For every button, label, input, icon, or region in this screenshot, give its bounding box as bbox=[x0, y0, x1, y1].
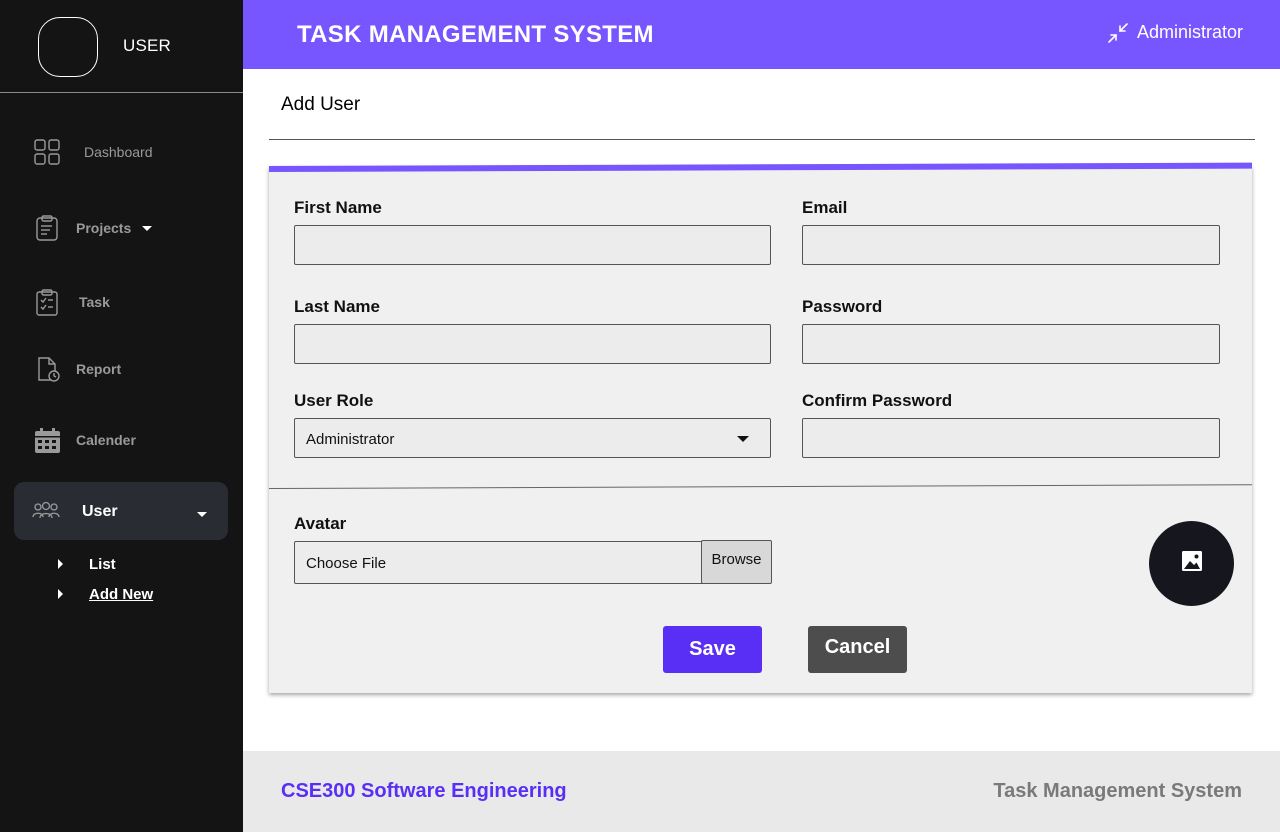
first-name-input[interactable] bbox=[295, 226, 770, 264]
sidebar-username: USER bbox=[123, 36, 172, 55]
email-field-wrapper bbox=[802, 225, 1220, 265]
avatar-label: Avatar bbox=[294, 514, 347, 533]
calendar-icon bbox=[33, 426, 61, 454]
cancel-button[interactable]: Cancel bbox=[808, 626, 907, 673]
dashboard-grid-icon bbox=[33, 138, 61, 166]
last-name-label: Last Name bbox=[294, 297, 380, 316]
chevron-down-icon bbox=[737, 436, 749, 442]
add-user-form: First Name Email Last Name Password User… bbox=[269, 162, 1252, 693]
chevron-down-icon[interactable] bbox=[142, 226, 152, 231]
clipboard-icon bbox=[33, 214, 61, 242]
password-input[interactable] bbox=[803, 325, 1219, 363]
email-input[interactable] bbox=[803, 226, 1219, 264]
sidebar-subitem-label: Add New bbox=[89, 585, 154, 603]
browse-button[interactable]: Browse bbox=[701, 540, 772, 584]
avatar-preview bbox=[1149, 521, 1234, 606]
checklist-icon bbox=[33, 288, 61, 316]
footer-app-name: Task Management System bbox=[993, 780, 1242, 802]
email-label: Email bbox=[802, 198, 848, 217]
save-button[interactable]: Save bbox=[663, 626, 762, 673]
sidebar-item-label: User bbox=[82, 503, 118, 520]
form-divider bbox=[269, 484, 1252, 489]
sidebar-item-label: Projects bbox=[76, 220, 132, 236]
confirm-password-field-wrapper bbox=[802, 418, 1220, 458]
app-title: TASK MANAGEMENT SYSTEM bbox=[297, 21, 654, 48]
page-title: Add User bbox=[281, 94, 361, 115]
avatar-file-input[interactable]: Choose File Browse bbox=[294, 540, 772, 584]
first-name-label: First Name bbox=[294, 198, 382, 217]
last-name-input[interactable] bbox=[295, 325, 770, 363]
confirm-password-label: Confirm Password bbox=[802, 391, 953, 410]
image-icon bbox=[1180, 549, 1204, 578]
first-name-field-wrapper bbox=[294, 225, 771, 265]
password-label: Password bbox=[802, 297, 883, 316]
sidebar-item-calender[interactable]: Calender bbox=[0, 420, 243, 460]
sidebar-item-task[interactable]: Task bbox=[0, 282, 243, 322]
confirm-password-input[interactable] bbox=[803, 419, 1219, 457]
sidebar-item-label: Calender bbox=[76, 432, 136, 448]
file-placeholder: Choose File bbox=[306, 555, 387, 572]
user-role-select[interactable]: Administrator bbox=[294, 418, 771, 458]
report-icon bbox=[33, 355, 61, 383]
collapse-icon[interactable] bbox=[1107, 22, 1129, 44]
title-divider bbox=[269, 139, 1255, 140]
card-accent-bar bbox=[269, 162, 1252, 172]
sidebar-subitem-add-new[interactable]: Add New bbox=[58, 584, 153, 604]
sidebar-item-label: Dashboard bbox=[84, 144, 153, 160]
sidebar-item-report[interactable]: Report bbox=[0, 349, 243, 389]
user-role-value: Administrator bbox=[306, 431, 395, 448]
sidebar-item-user[interactable]: User bbox=[14, 482, 228, 540]
last-name-field-wrapper bbox=[294, 324, 771, 364]
caret-right-icon bbox=[58, 589, 63, 599]
users-icon bbox=[32, 497, 60, 525]
sidebar-subitem-label: List bbox=[89, 555, 116, 573]
user-role-label: User Role bbox=[294, 391, 374, 410]
profile-avatar[interactable] bbox=[38, 17, 98, 77]
sidebar: USER Dashboard Projects Task Report Cale… bbox=[0, 0, 243, 832]
sidebar-subitem-list[interactable]: List bbox=[58, 554, 116, 574]
sidebar-item-dashboard[interactable]: Dashboard bbox=[0, 132, 243, 172]
sidebar-item-label: Task bbox=[79, 294, 110, 310]
caret-right-icon bbox=[58, 559, 63, 569]
account-name[interactable]: Administrator bbox=[1137, 22, 1243, 43]
sidebar-item-label: Report bbox=[76, 361, 122, 377]
chevron-down-icon[interactable] bbox=[197, 512, 207, 517]
top-bar: TASK MANAGEMENT SYSTEM Administrator bbox=[243, 0, 1280, 69]
sidebar-header: USER bbox=[0, 0, 243, 93]
password-field-wrapper bbox=[802, 324, 1220, 364]
footer-course: CSE300 Software Engineering bbox=[281, 780, 567, 802]
footer: CSE300 Software Engineering Task Managem… bbox=[243, 751, 1280, 832]
sidebar-item-projects[interactable]: Projects bbox=[0, 208, 243, 248]
